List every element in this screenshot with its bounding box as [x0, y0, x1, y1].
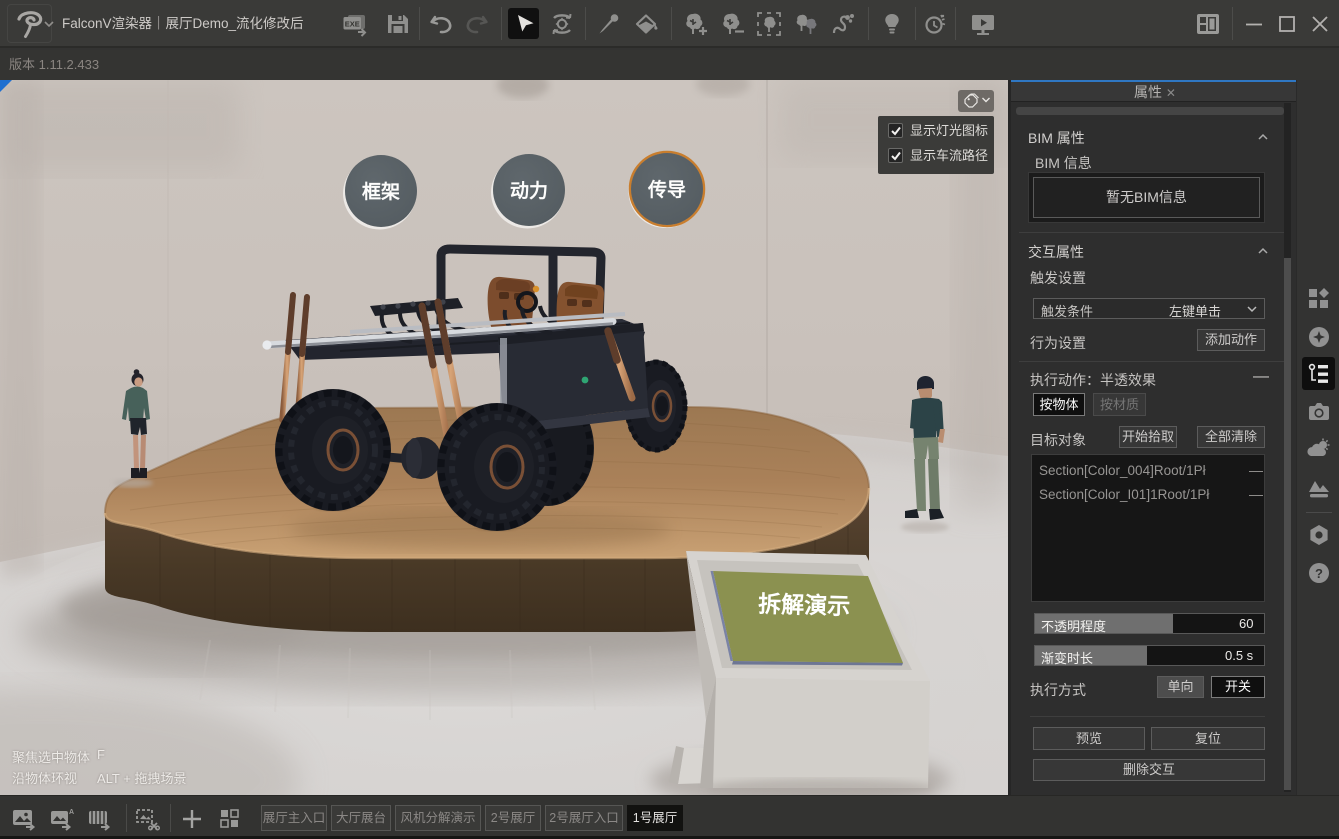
svg-text:框架: 框架	[362, 180, 400, 203]
svg-text:?: ?	[1315, 566, 1323, 581]
svg-text:拆解演示: 拆解演示	[758, 591, 851, 619]
svg-text:AI: AI	[69, 809, 74, 816]
svg-text:动力: 动力	[510, 179, 548, 202]
svg-text:传导: 传导	[647, 178, 686, 201]
svg-text:EXE: EXE	[345, 20, 360, 29]
